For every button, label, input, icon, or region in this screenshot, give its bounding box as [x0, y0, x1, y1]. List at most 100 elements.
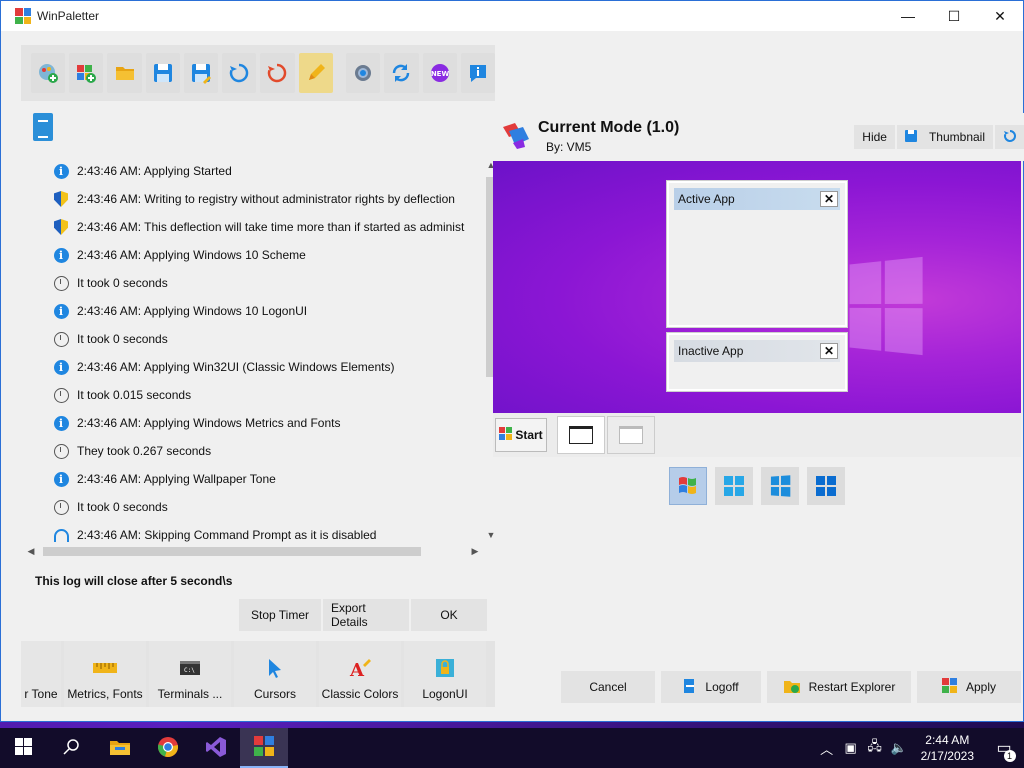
log-row: i 2:43:46 AM: Applying Started	[23, 157, 481, 185]
new-from-windows-button[interactable]	[69, 53, 104, 93]
preview-inactive-task[interactable]	[607, 416, 655, 454]
horizontal-scroll-thumb[interactable]	[43, 547, 421, 556]
taskbar-time: 2:44 AM	[925, 733, 970, 747]
log-horizontal-scrollbar[interactable]: ◀ ▶	[23, 543, 483, 559]
sync-button[interactable]	[384, 53, 419, 93]
thumbnail-button[interactable]: Thumbnail	[896, 125, 993, 149]
category-logonui[interactable]: LogonUI	[404, 641, 486, 707]
restore-defaults-button[interactable]	[260, 53, 295, 93]
save-button[interactable]	[145, 53, 180, 93]
new-palette-button[interactable]	[31, 53, 66, 93]
tray-app-icon[interactable]: ▣	[839, 740, 863, 756]
apply-button[interactable]: Apply	[917, 671, 1021, 703]
log-row: i 2:43:46 AM: Applying Wallpaper Tone	[23, 465, 481, 493]
info-icon: i	[53, 247, 69, 263]
apply-icon	[941, 677, 958, 697]
active-app-preview[interactable]: Active App ✕	[667, 181, 847, 327]
taskbar-clock[interactable]: 2:44 AM 2/17/2023	[911, 732, 984, 764]
style-windows-8-button[interactable]	[715, 467, 753, 505]
category-metrics-fonts[interactable]: Metrics, Fonts	[64, 641, 146, 707]
title-bar[interactable]: WinPaletter — ☐ ✕	[1, 1, 1023, 31]
preview-start-button[interactable]: Start	[495, 418, 547, 452]
visual-studio-button[interactable]	[192, 728, 240, 768]
stopwatch-icon	[53, 443, 69, 459]
search-button[interactable]	[48, 728, 96, 768]
sync-icon	[390, 62, 412, 84]
restart-explorer-icon	[783, 678, 801, 697]
style-windows-11-button[interactable]	[807, 467, 845, 505]
start-button[interactable]	[0, 728, 48, 768]
category-terminals[interactable]: C:\ Terminals ...	[149, 641, 231, 707]
tray-overflow-icon[interactable]: ︿	[815, 739, 839, 758]
style-windows-7-button[interactable]	[669, 467, 707, 505]
action-center-button[interactable]: ▭ 1	[984, 738, 1024, 762]
admin-shield-icon	[53, 219, 69, 235]
stop-timer-button[interactable]: Stop Timer	[239, 599, 321, 631]
windows-wallpaper-logo	[849, 256, 923, 356]
winpaletter-taskbar-button[interactable]	[240, 728, 288, 768]
chrome-button[interactable]	[144, 728, 192, 768]
category-classic-colors[interactable]: A Classic Colors	[319, 641, 401, 707]
log-text: 2:43:46 AM: Applying Windows Metrics and…	[77, 416, 341, 430]
lock-icon	[435, 657, 455, 679]
edit-button[interactable]	[298, 53, 333, 93]
scroll-left-icon[interactable]: ◀	[23, 543, 39, 559]
client-area: NEW i 2:43:46 AM: Applying Started 2:43:46…	[9, 31, 1024, 721]
log-row: i 2:43:46 AM: Applying Windows 10 Scheme	[23, 241, 481, 269]
windows-taskbar: ︿ ▣ 🖧 🔈 2:44 AM 2/17/2023 ▭ 1	[0, 728, 1024, 768]
export-details-button[interactable]: Export Details	[323, 599, 409, 631]
scroll-right-icon[interactable]: ▶	[467, 543, 483, 559]
category-bar: r Tone Metrics, Fonts C:\ Terminals ... …	[21, 641, 495, 707]
save-as-button[interactable]	[183, 53, 219, 93]
cancel-button[interactable]: Cancel	[561, 671, 655, 703]
refresh-icon	[228, 62, 250, 84]
stopwatch-icon	[53, 331, 69, 347]
ok-button[interactable]: OK	[411, 599, 487, 631]
log-close-note: This log will close after 5 second\s	[35, 574, 233, 588]
hide-button[interactable]: Hide	[854, 125, 895, 149]
category-cursors[interactable]: Cursors	[234, 641, 316, 707]
maximize-button[interactable]: ☐	[931, 1, 977, 31]
log-list[interactable]: i 2:43:46 AM: Applying Started 2:43:46 AM:…	[23, 157, 481, 559]
volume-icon[interactable]: 🔈	[887, 740, 911, 756]
network-icon[interactable]: 🖧	[863, 737, 887, 759]
restart-explorer-button[interactable]: Restart Explorer	[767, 671, 911, 703]
windows-add-icon	[75, 62, 97, 84]
mode-author: By: VM5	[546, 140, 592, 154]
stopwatch-icon	[53, 275, 69, 291]
whats-new-button[interactable]: NEW	[422, 53, 457, 93]
open-button[interactable]	[107, 53, 142, 93]
about-button[interactable]	[460, 53, 496, 93]
logoff-icon	[683, 678, 697, 697]
new-badge-icon: NEW	[429, 62, 451, 84]
visual-studio-icon	[205, 736, 227, 761]
category-label: r Tone	[24, 687, 58, 701]
refresh-button[interactable]	[222, 53, 257, 93]
style-windows-10-button[interactable]	[761, 467, 799, 505]
log-text: They took 0.267 seconds	[77, 444, 212, 458]
log-row: It took 0.015 seconds	[23, 381, 481, 409]
file-explorer-button[interactable]	[96, 728, 144, 768]
logoff-button[interactable]: Logoff	[661, 671, 761, 703]
window-title: WinPaletter	[37, 9, 100, 23]
settings-button[interactable]	[346, 53, 381, 93]
close-icon[interactable]: ✕	[820, 343, 838, 359]
info-icon: i	[53, 415, 69, 431]
refresh-preview-button[interactable]	[995, 125, 1024, 149]
inactive-app-preview[interactable]: Inactive App ✕	[667, 333, 847, 391]
log-notebook-icon	[33, 113, 53, 141]
inactive-app-titlebar: Inactive App ✕	[674, 340, 840, 362]
preview-active-task[interactable]	[557, 416, 605, 454]
folder-open-icon	[114, 62, 136, 84]
close-button[interactable]: ✕	[977, 1, 1023, 31]
theme-preview: Active App ✕ Inactive App ✕	[493, 161, 1021, 413]
log-text: 2:43:46 AM: Applying Win32UI (Classic Wi…	[77, 360, 395, 374]
info-icon: i	[53, 303, 69, 319]
scroll-down-icon[interactable]: ▼	[483, 527, 499, 543]
close-icon[interactable]: ✕	[820, 191, 838, 207]
windows-7-icon	[678, 475, 698, 498]
minimize-button[interactable]: —	[885, 1, 931, 31]
minimize-icon: —	[901, 8, 915, 24]
log-panel: i 2:43:46 AM: Applying Started 2:43:46 AM:…	[21, 105, 499, 635]
category-wallpaper-tone[interactable]: r Tone	[21, 641, 61, 707]
